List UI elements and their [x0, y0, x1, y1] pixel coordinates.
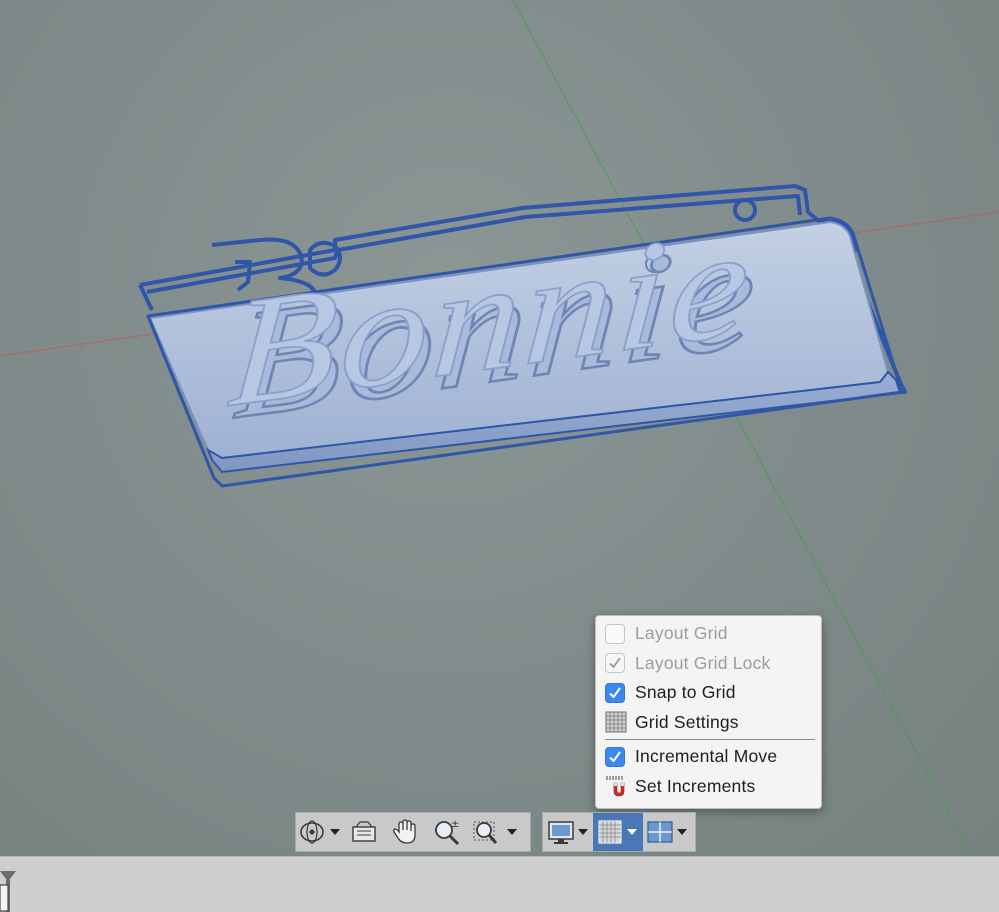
zoom-icon: ± [435, 819, 459, 846]
display-settings-icon [548, 821, 588, 844]
grid-snaps-menu: Layout Grid Layout Grid Lock Snap to Gri… [595, 615, 822, 809]
menu-item-label: Layout Grid [635, 623, 728, 644]
look-at-icon [352, 821, 376, 842]
canvas-viewport[interactable]: Bonnie Bonnie [0, 0, 999, 856]
menu-item-label: Snap to Grid [635, 682, 736, 703]
check-icon [609, 657, 621, 669]
scene: Bonnie Bonnie [0, 0, 999, 856]
fit-window-button[interactable] [468, 813, 526, 851]
menu-item-label: Incremental Move [635, 746, 778, 767]
viewports-icon [647, 821, 687, 843]
grid-snaps-icon [598, 820, 637, 844]
snap-to-grid-checkbox[interactable] [605, 682, 625, 703]
navigation-toolbar: ± [295, 812, 531, 852]
menu-separator [605, 739, 815, 740]
check-icon [609, 687, 621, 699]
magnet-icon [606, 776, 625, 797]
menu-item-grid-settings[interactable]: Grid Settings [596, 708, 821, 738]
pan-hand-icon [393, 819, 416, 844]
grid-snaps-button[interactable] [593, 813, 643, 851]
menu-item-snap-to-grid[interactable]: Snap to Grid [596, 678, 821, 708]
menu-item-incremental-move[interactable]: Incremental Move [596, 742, 821, 772]
incremental-move-checkbox[interactable] [605, 746, 625, 767]
timeline-bar [0, 856, 999, 912]
viewports-button[interactable] [643, 813, 693, 851]
display-toolbar [542, 812, 696, 852]
menu-item-label: Set Increments [635, 775, 756, 796]
pan-button[interactable] [384, 813, 426, 851]
orbit-icon [300, 820, 340, 844]
layout-grid-lock-checkbox [605, 653, 625, 674]
menu-item-label: Layout Grid Lock [635, 652, 771, 673]
grid-settings-icon [605, 711, 627, 733]
timeline-marker-icon[interactable] [0, 871, 16, 912]
layout-grid-checkbox [605, 623, 625, 644]
menu-item-layout-grid-lock: Layout Grid Lock [596, 649, 821, 679]
check-icon [609, 751, 621, 763]
svg-text:±: ± [451, 819, 459, 830]
look-at-button[interactable] [344, 813, 384, 851]
orbit-button[interactable] [296, 813, 344, 851]
display-settings-button[interactable] [543, 813, 593, 851]
menu-item-set-increments[interactable]: Set Increments [596, 772, 821, 802]
menu-item-label: Grid Settings [635, 711, 739, 732]
menu-item-layout-grid: Layout Grid [596, 619, 821, 649]
zoom-button[interactable]: ± [426, 813, 468, 851]
fit-window-icon [473, 821, 517, 844]
